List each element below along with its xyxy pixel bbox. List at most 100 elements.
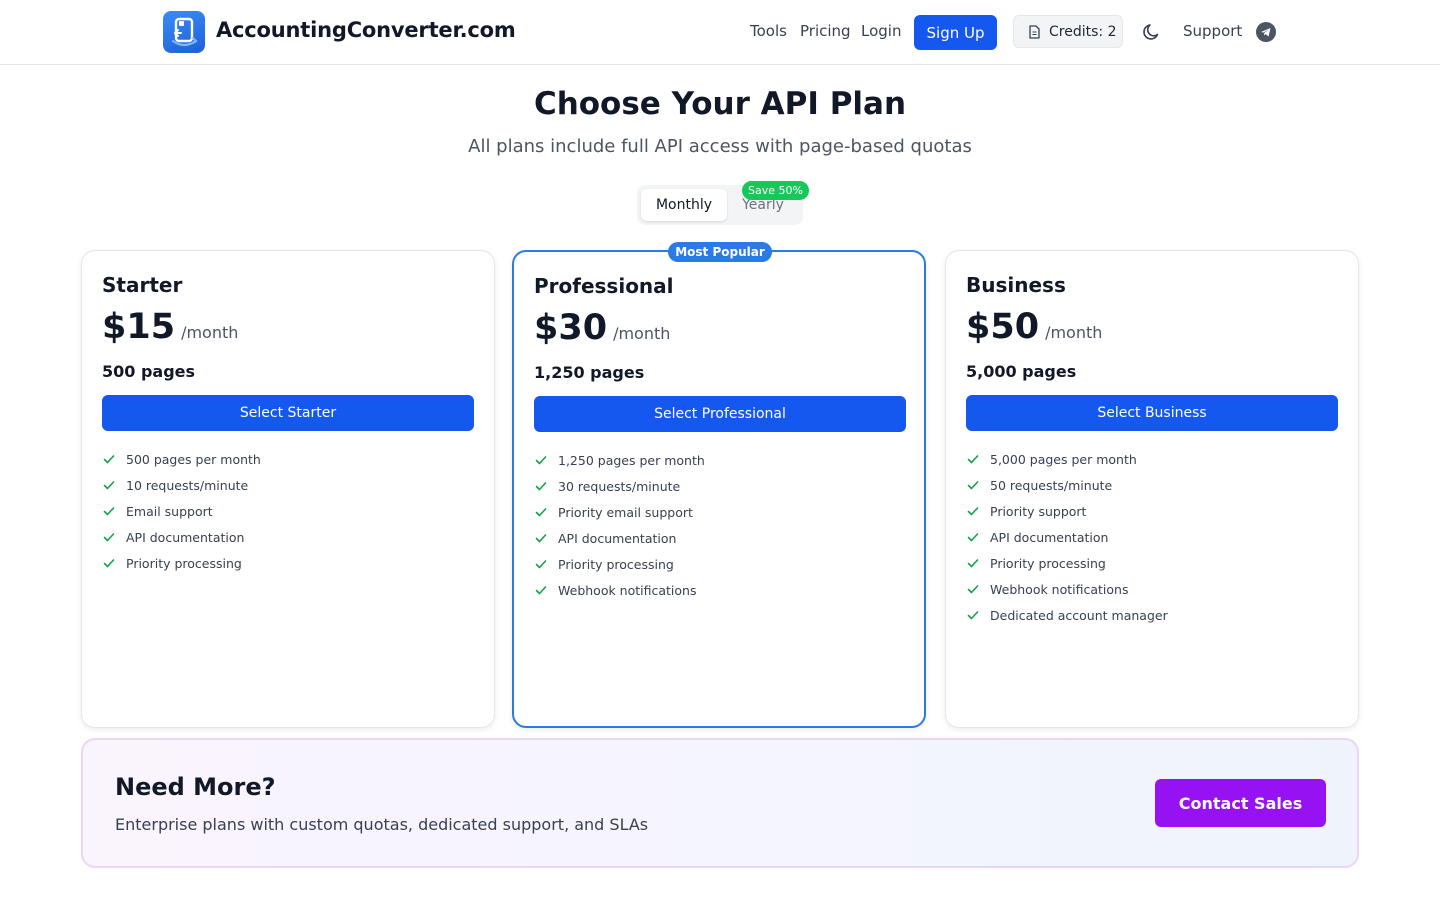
feature-item: Dedicated account manager — [966, 602, 1168, 628]
plan-name: Business — [966, 273, 1066, 297]
feature-item: 1,250 pages per month — [534, 447, 705, 473]
select-business-button[interactable]: Select Business — [966, 395, 1338, 431]
plan-price: $30/month — [534, 308, 670, 348]
price-amount: $15 — [102, 307, 176, 347]
save-badge: Save 50% — [742, 181, 809, 200]
most-popular-badge: Most Popular — [668, 242, 772, 262]
feature-item: API documentation — [966, 524, 1168, 550]
plan-pages: 500 pages — [102, 362, 196, 381]
price-amount: $50 — [966, 307, 1040, 347]
check-icon — [535, 508, 547, 517]
feature-label: Priority support — [990, 503, 1087, 519]
feature-item: Email support — [102, 498, 261, 524]
feature-label: Email support — [126, 503, 213, 519]
check-icon — [967, 611, 979, 620]
plan-price: $50/month — [966, 307, 1102, 347]
feature-item: 10 requests/minute — [102, 472, 261, 498]
enterprise-description: Enterprise plans with custom quotas, ded… — [115, 815, 649, 834]
plan-name: Starter — [102, 273, 183, 297]
select-professional-button[interactable]: Select Professional — [534, 396, 906, 432]
price-amount: $30 — [534, 308, 608, 348]
feature-item: API documentation — [102, 524, 261, 550]
feature-label: API documentation — [558, 530, 677, 546]
feature-list: 1,250 pages per month 30 requests/minute P… — [534, 447, 705, 603]
feature-item: 50 requests/minute — [966, 472, 1168, 498]
plan-pages: 5,000 pages — [966, 362, 1077, 381]
feature-label: Webhook notifications — [558, 582, 697, 598]
feature-item: Priority processing — [966, 550, 1168, 576]
page-subtitle: All plans include full API access with p… — [468, 136, 972, 157]
feature-item: Priority email support — [534, 499, 705, 525]
enterprise-title: Need More? — [115, 773, 276, 801]
check-icon — [103, 455, 115, 464]
plan-card-business: Business $50/month 5,000 pages Select Bu… — [945, 250, 1359, 728]
feature-label: 10 requests/minute — [126, 477, 249, 493]
check-icon — [967, 559, 979, 568]
check-icon — [967, 533, 979, 542]
nav-pricing[interactable]: Pricing — [800, 22, 851, 40]
enterprise-banner: Need More? Enterprise plans with custom … — [81, 738, 1359, 868]
moon-icon[interactable] — [1142, 22, 1162, 42]
feature-label: Webhook notifications — [990, 581, 1129, 597]
feature-item: Webhook notifications — [966, 576, 1168, 602]
feature-item: Webhook notifications — [534, 577, 705, 603]
nav-support[interactable]: Support — [1183, 22, 1242, 40]
feature-label: 5,000 pages per month — [990, 451, 1137, 467]
price-period: /month — [181, 323, 239, 342]
select-starter-button[interactable]: Select Starter — [102, 395, 474, 431]
check-icon — [535, 560, 547, 569]
check-icon — [967, 455, 979, 464]
check-icon — [535, 586, 547, 595]
feature-label: API documentation — [990, 529, 1109, 545]
feature-label: 1,250 pages per month — [558, 452, 705, 468]
credits-button[interactable]: Credits: 2 — [1013, 15, 1123, 48]
brand-name[interactable]: AccountingConverter.com — [216, 18, 516, 42]
credits-label: Credits: 2 — [1049, 23, 1117, 40]
check-icon — [535, 534, 547, 543]
check-icon — [967, 481, 979, 490]
check-icon — [535, 456, 547, 465]
feature-label: Priority processing — [126, 555, 242, 571]
nav-login[interactable]: Login — [861, 22, 901, 40]
check-icon — [967, 507, 979, 516]
plan-price: $15/month — [102, 307, 238, 347]
feature-list: 500 pages per month 10 requests/minute Ema… — [102, 446, 261, 576]
feature-item: 500 pages per month — [102, 446, 261, 472]
check-icon — [103, 559, 115, 568]
check-icon — [967, 585, 979, 594]
monthly-toggle[interactable]: Monthly — [641, 189, 727, 221]
plan-card-professional: Professional $30/month 1,250 pages Selec… — [512, 250, 926, 728]
signup-button[interactable]: Sign Up — [914, 15, 997, 50]
price-period: /month — [613, 324, 671, 343]
feature-label: Priority processing — [990, 555, 1106, 571]
feature-label: 500 pages per month — [126, 451, 261, 467]
feature-item: 5,000 pages per month — [966, 446, 1168, 472]
contact-sales-button[interactable]: Contact Sales — [1155, 779, 1326, 827]
feature-label: Dedicated account manager — [990, 607, 1168, 623]
check-icon — [103, 507, 115, 516]
page-title: Choose Your API Plan — [533, 86, 907, 122]
feature-item: 30 requests/minute — [534, 473, 705, 499]
price-period: /month — [1045, 323, 1103, 342]
check-icon — [103, 533, 115, 542]
feature-item: Priority processing — [534, 551, 705, 577]
document-icon — [1029, 24, 1040, 39]
feature-item: API documentation — [534, 525, 705, 551]
feature-item: Priority support — [966, 498, 1168, 524]
feature-label: 50 requests/minute — [990, 477, 1113, 493]
feature-label: Priority email support — [558, 504, 693, 520]
check-icon — [103, 481, 115, 490]
plan-name: Professional — [534, 274, 674, 298]
plan-card-starter: Starter $15/month 500 pages Select Start… — [81, 250, 495, 728]
check-icon — [535, 482, 547, 491]
logo-icon[interactable] — [163, 11, 205, 53]
feature-label: Priority processing — [558, 556, 674, 572]
feature-label: 30 requests/minute — [558, 478, 681, 494]
plan-pages: 1,250 pages — [534, 363, 645, 382]
feature-label: API documentation — [126, 529, 245, 545]
feature-list: 5,000 pages per month 50 requests/minute P… — [966, 446, 1168, 628]
nav-tools[interactable]: Tools — [750, 22, 787, 40]
telegram-icon[interactable] — [1256, 22, 1276, 42]
top-header: AccountingConverter.com Tools Pricing Lo… — [0, 0, 1440, 65]
feature-item: Priority processing — [102, 550, 261, 576]
